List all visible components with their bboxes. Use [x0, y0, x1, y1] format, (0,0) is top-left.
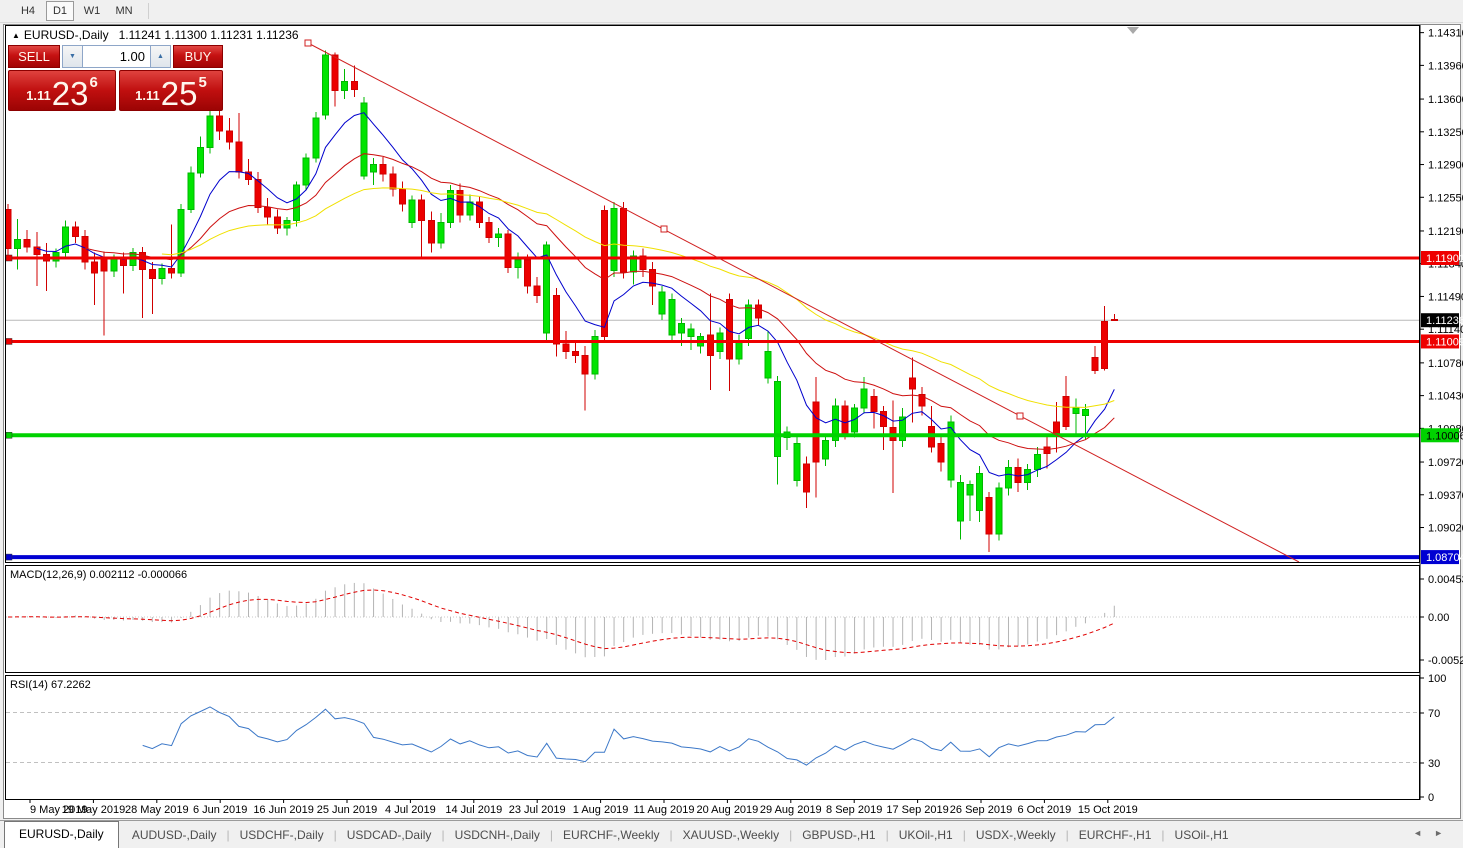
svg-text:100: 100 [1428, 673, 1446, 685]
svg-text:1.11490: 1.11490 [1428, 291, 1463, 303]
tab-eurchf-weekly[interactable]: EURCHF-,Weekly [553, 823, 669, 848]
tab-scroll-right-icon[interactable]: ► [1434, 828, 1455, 838]
tab-usoil-h1[interactable]: USOil-,H1 [1165, 823, 1239, 848]
svg-text:26 Sep 2019: 26 Sep 2019 [950, 804, 1012, 816]
sell-price-button[interactable]: 1.11 23 6 [8, 70, 116, 111]
svg-text:16 Jun 2019: 16 Jun 2019 [253, 804, 314, 816]
svg-text:1.10430: 1.10430 [1428, 391, 1463, 403]
tab-ukoil-h1[interactable]: UKOil-,H1 [889, 823, 963, 848]
tab-xauusd-weekly[interactable]: XAUUSD-,Weekly [673, 823, 789, 848]
chart-ohlc-values: 1.11241 1.11300 1.11231 1.11236 [119, 28, 299, 42]
svg-text:19 May 2019: 19 May 2019 [62, 804, 126, 816]
buy-price-prefix: 1.11 [135, 88, 160, 103]
chart-shift-marker-icon[interactable] [1127, 27, 1139, 34]
svg-text:11 Aug 2019: 11 Aug 2019 [634, 804, 695, 816]
svg-text:1.12550: 1.12550 [1428, 192, 1463, 204]
chart-symbol-label: EURUSD-,Daily [24, 28, 109, 42]
svg-text:29 Aug 2019: 29 Aug 2019 [760, 804, 822, 816]
svg-text:6 Jun 2019: 6 Jun 2019 [193, 804, 247, 816]
svg-text:14 Jul 2019: 14 Jul 2019 [445, 804, 502, 816]
svg-text:15 Oct 2019: 15 Oct 2019 [1078, 804, 1138, 816]
tab-eurusd-daily[interactable]: EURUSD-,Daily [4, 821, 119, 848]
svg-text:1.11009: 1.11009 [1426, 336, 1463, 348]
symbol-tab-bar: EURUSD-,Daily|AUDUSD-,Daily|USDCHF-,Dail… [0, 820, 1463, 848]
tab-usdcnh-daily[interactable]: USDCNH-,Daily [445, 823, 550, 848]
svg-text:4 Jul 2019: 4 Jul 2019 [385, 804, 436, 816]
buy-price-big-digits: 25 [161, 77, 198, 110]
svg-text:1 Aug 2019: 1 Aug 2019 [573, 804, 629, 816]
svg-text:70: 70 [1428, 708, 1440, 720]
svg-text:1.09720: 1.09720 [1428, 457, 1463, 469]
volume-decrease-button[interactable]: ▼ [62, 45, 83, 68]
svg-text:1.10006: 1.10006 [1426, 430, 1463, 442]
tab-audusd-daily[interactable]: AUDUSD-,Daily [122, 823, 227, 848]
line-handle [6, 255, 12, 261]
line-handle [6, 554, 12, 560]
buy-button[interactable]: BUY [173, 45, 223, 68]
svg-text:8 Sep 2019: 8 Sep 2019 [826, 804, 882, 816]
svg-text:17 Sep 2019: 17 Sep 2019 [886, 804, 948, 816]
line-handle [6, 338, 12, 344]
macd-indicator-label: MACD(12,26,9) 0.002112 -0.000066 [10, 569, 187, 581]
trading-terminal: { "toolbar":{"buttons":["H4","D1","W1","… [0, 0, 1463, 847]
tab-usdcad-daily[interactable]: USDCAD-,Daily [337, 823, 442, 848]
buy-price-button[interactable]: 1.11 25 5 [119, 70, 223, 111]
chart-title: ▲ EURUSD-,Daily 1.11241 1.11300 1.11231 1.… [12, 28, 299, 42]
sell-price-big-digits: 23 [52, 77, 89, 110]
tab-usdchf-daily[interactable]: USDCHF-,Daily [230, 823, 334, 848]
candlestick-chart[interactable]: 1.14310 1.13960 1.13600 1.13250 1.12900 1.125… [0, 0, 1463, 847]
svg-text:1.11236: 1.11236 [1426, 315, 1463, 327]
svg-text:-0.005205: -0.005205 [1428, 655, 1463, 667]
svg-text:25 Jun 2019: 25 Jun 2019 [317, 804, 378, 816]
svg-text:20 Aug 2019: 20 Aug 2019 [697, 804, 759, 816]
rsi-indicator-label: RSI(14) 67.2262 [10, 679, 91, 691]
trendline-handle [1017, 413, 1023, 419]
svg-text:0.00: 0.00 [1428, 612, 1449, 624]
buy-price-pip-digit: 5 [198, 74, 206, 91]
volume-increase-button[interactable]: ▲ [150, 45, 171, 68]
trendline-handle [661, 226, 667, 232]
sell-price-prefix: 1.11 [26, 88, 51, 103]
svg-text:0.004536: 0.004536 [1428, 574, 1463, 586]
svg-text:28 May 2019: 28 May 2019 [125, 804, 189, 816]
volume-input[interactable] [83, 45, 150, 68]
sell-price-pip-digit: 6 [89, 74, 97, 91]
svg-text:1.09370: 1.09370 [1428, 490, 1463, 502]
svg-text:1.09020: 1.09020 [1428, 523, 1463, 535]
trendline-handle [305, 40, 311, 46]
svg-text:1.14310: 1.14310 [1428, 28, 1463, 40]
svg-text:30: 30 [1428, 758, 1440, 770]
tab-scroll-left-icon[interactable]: ◄ [1413, 828, 1434, 838]
svg-text:1.08704: 1.08704 [1426, 552, 1463, 564]
svg-text:1.13600: 1.13600 [1428, 94, 1463, 106]
line-handle [6, 432, 12, 438]
svg-text:1.12900: 1.12900 [1428, 160, 1463, 172]
collapse-triangle-icon[interactable]: ▲ [12, 31, 20, 40]
tab-eurchf-h1[interactable]: EURCHF-,H1 [1069, 823, 1162, 848]
svg-text:1.11901: 1.11901 [1426, 253, 1463, 265]
sell-button[interactable]: SELL [8, 45, 60, 68]
svg-text:1.12190: 1.12190 [1428, 226, 1463, 238]
svg-text:23 Jul 2019: 23 Jul 2019 [509, 804, 566, 816]
svg-text:1.13250: 1.13250 [1428, 127, 1463, 139]
svg-text:6 Oct 2019: 6 Oct 2019 [1017, 804, 1071, 816]
svg-text:1.13960: 1.13960 [1428, 60, 1463, 72]
tab-scroll-arrows[interactable]: ◄► [1413, 828, 1455, 838]
tab-usdx-weekly[interactable]: USDX-,Weekly [966, 823, 1066, 848]
svg-text:1.10780: 1.10780 [1428, 358, 1463, 370]
svg-text:0: 0 [1428, 792, 1434, 804]
one-click-trading-panel: SELL ▼ ▲ BUY 1.11 23 6 1.11 25 5 [8, 45, 223, 111]
tab-gbpusd-h1[interactable]: GBPUSD-,H1 [792, 823, 885, 848]
